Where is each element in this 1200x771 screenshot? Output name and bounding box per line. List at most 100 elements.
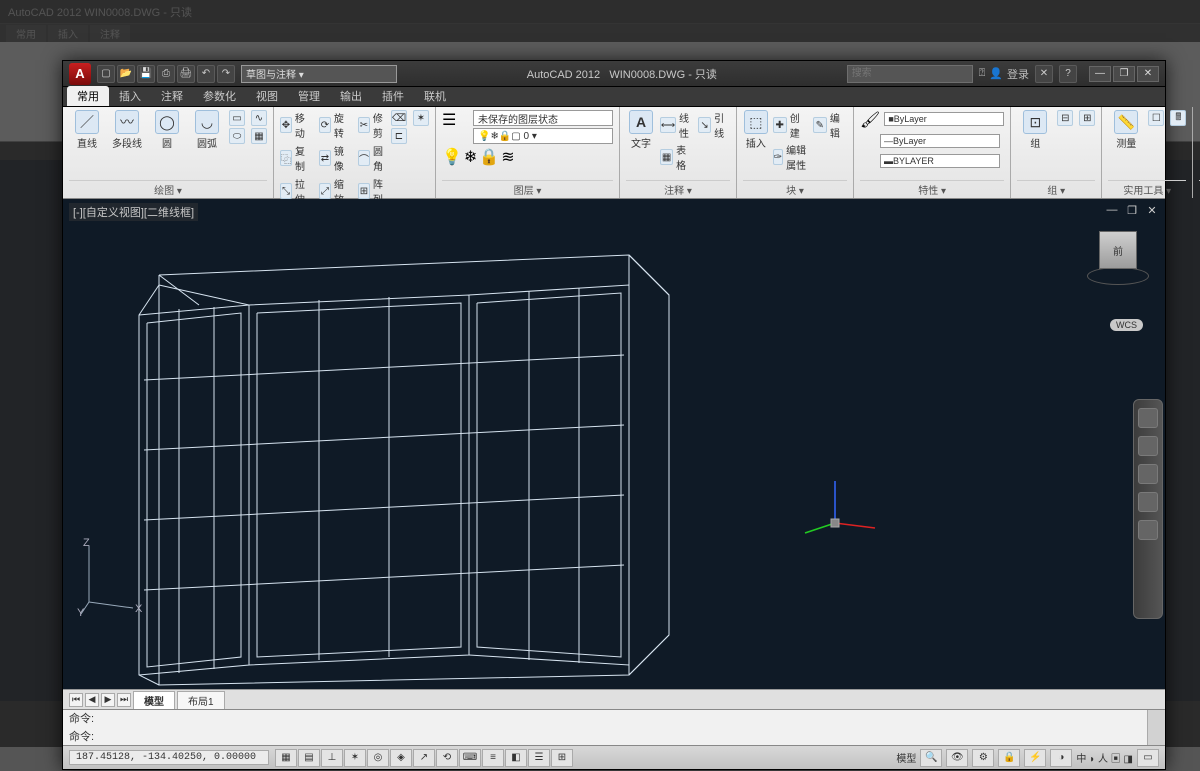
tab-insert[interactable]: 插入 <box>109 86 151 106</box>
viewcube[interactable]: 前 <box>1091 225 1145 279</box>
qat-print-icon[interactable]: 🖨 <box>177 65 195 83</box>
layer-properties-icon[interactable]: ☰ <box>442 110 470 138</box>
coordinate-readout[interactable]: 187.45128, -134.40250, 0.00000 <box>69 750 269 765</box>
panel-draw-title[interactable]: 绘图 ▾ <box>69 180 267 197</box>
dim-linear-button[interactable]: ⟷线性 <box>660 110 692 140</box>
color-dropdown[interactable]: ■ ByLayer <box>884 112 1004 126</box>
tab-manage[interactable]: 管理 <box>288 86 330 106</box>
tab-next-icon[interactable]: ▶ <box>101 693 115 707</box>
group-button[interactable]: ⊡组 <box>1017 110 1053 150</box>
qat-redo-icon[interactable]: ↷ <box>217 65 235 83</box>
viewport-maximize-icon[interactable]: ❐ <box>1125 203 1139 217</box>
ungroup-icon[interactable]: ⊟ <box>1057 110 1073 126</box>
block-attr-button[interactable]: ✑编辑属性 <box>773 142 807 172</box>
explode-icon[interactable]: ✶ <box>413 110 429 126</box>
lineweight-dropdown[interactable]: ▬ BYLAYER <box>880 154 1000 168</box>
leader-button[interactable]: ↘引线 <box>698 110 730 140</box>
tab-prev-icon[interactable]: ◀ <box>85 693 99 707</box>
command-line-area[interactable]: 命令: 命令: <box>63 709 1165 745</box>
qat-save-icon[interactable]: 💾 <box>137 65 155 83</box>
status-3dosnap-icon[interactable]: ◈ <box>390 749 412 767</box>
tab-annotate[interactable]: 注释 <box>151 86 193 106</box>
block-edit-button[interactable]: ✎编辑 <box>813 110 847 140</box>
insert-block-button[interactable]: ⬚插入 <box>743 110 769 150</box>
status-grid-icon[interactable]: ▤ <box>298 749 320 767</box>
panel-block-title[interactable]: 块 ▾ <box>743 180 847 197</box>
fillet-button[interactable]: ⌒圆角 <box>358 143 387 173</box>
nav-zoom-icon[interactable] <box>1138 464 1158 484</box>
status-ws-icon[interactable]: ⚙ <box>972 749 994 767</box>
close-button[interactable]: ✕ <box>1137 66 1159 82</box>
panel-anno-title[interactable]: 注释 ▾ <box>626 180 730 197</box>
tab-plugins[interactable]: 插件 <box>372 86 414 106</box>
status-hardware-icon[interactable]: ⚡ <box>1024 749 1046 767</box>
status-osnap-icon[interactable]: ◎ <box>367 749 389 767</box>
tab-home[interactable]: 常用 <box>67 86 109 106</box>
status-lock-icon[interactable]: 🔒 <box>998 749 1020 767</box>
layer-freeze-icon[interactable]: ❄ <box>464 147 477 167</box>
nav-fullnav-icon[interactable] <box>1138 408 1158 428</box>
rotate-button[interactable]: ⟳旋转 <box>319 110 348 140</box>
viewport-minimize-icon[interactable]: — <box>1105 203 1119 217</box>
model-paper-toggle[interactable]: 模型 <box>896 750 916 765</box>
exchange-icon[interactable]: ✕ <box>1035 65 1053 83</box>
tab-view[interactable]: 视图 <box>246 86 288 106</box>
help-search-input[interactable] <box>847 65 973 83</box>
viewcube-face[interactable]: 前 <box>1099 231 1137 269</box>
offset-icon[interactable]: ⊏ <box>391 128 407 144</box>
layer-match-icon[interactable]: ≋ <box>501 147 514 167</box>
qat-undo-icon[interactable]: ↶ <box>197 65 215 83</box>
login-label[interactable]: 登录 <box>1007 66 1029 82</box>
layer-lock-icon[interactable]: 🔒 <box>479 147 499 167</box>
tab-last-icon[interactable]: ⏭ <box>117 693 131 707</box>
polyline-button[interactable]: 〰多段线 <box>109 110 145 150</box>
status-isolate-icon[interactable]: ◑ <box>1050 749 1072 767</box>
trim-button[interactable]: ✂修剪 <box>358 110 387 140</box>
nav-showmotion-icon[interactable] <box>1138 520 1158 540</box>
login-icon[interactable]: 👤 <box>989 67 1003 80</box>
qat-new-icon[interactable]: ▢ <box>97 65 115 83</box>
command-prompt[interactable]: 命令: <box>63 728 1147 746</box>
minimize-button[interactable]: — <box>1089 66 1111 82</box>
status-ortho-icon[interactable]: ⊥ <box>321 749 343 767</box>
nav-orbit-icon[interactable] <box>1138 492 1158 512</box>
group-edit-icon[interactable]: ⊞ <box>1079 110 1095 126</box>
ucs-origin-gizmo[interactable] <box>785 473 885 568</box>
text-button[interactable]: A文字 <box>626 110 656 150</box>
status-annovis-icon[interactable]: 👁 <box>946 749 968 767</box>
panel-layers-title[interactable]: 图层 ▾ <box>442 180 613 197</box>
circle-button[interactable]: ◯圆 <box>149 110 185 150</box>
app-menu-button[interactable]: A <box>69 63 91 85</box>
status-ducs-icon[interactable]: ⟲ <box>436 749 458 767</box>
help-icon[interactable]: ? <box>1059 65 1077 83</box>
block-create-button[interactable]: ✚创建 <box>773 110 807 140</box>
wcs-badge[interactable]: WCS <box>1110 319 1143 331</box>
status-polar-icon[interactable]: ✶ <box>344 749 366 767</box>
move-button[interactable]: ✥移动 <box>280 110 309 140</box>
status-qp-icon[interactable]: ☰ <box>528 749 550 767</box>
spline-icon[interactable]: ∿ <box>251 110 267 126</box>
drawing-viewport[interactable]: [-][自定义视图][二维线框] — ❐ ✕ 前 WCS <box>63 199 1165 689</box>
qat-open-icon[interactable]: 📂 <box>117 65 135 83</box>
match-prop-icon[interactable]: 🖌 <box>860 110 880 130</box>
tab-online[interactable]: 联机 <box>414 86 456 106</box>
layer-dropdown[interactable]: 💡❄🔒▢ 0 ▾ <box>473 128 613 144</box>
tab-model[interactable]: 模型 <box>133 691 175 709</box>
command-scrollbar[interactable] <box>1147 710 1165 745</box>
maximize-button[interactable]: ❐ <box>1113 66 1135 82</box>
tab-first-icon[interactable]: ⏮ <box>69 693 83 707</box>
status-annoscale-icon[interactable]: 🔍 <box>920 749 942 767</box>
status-clean-icon[interactable]: ▭ <box>1137 749 1159 767</box>
rect-icon[interactable]: ▭ <box>229 110 245 126</box>
status-otrack-icon[interactable]: ↗ <box>413 749 435 767</box>
ellipse-icon[interactable]: ⬭ <box>229 128 245 144</box>
mirror-button[interactable]: ⇄镜像 <box>319 143 348 173</box>
status-dyn-icon[interactable]: ⌨ <box>459 749 481 767</box>
measure-button[interactable]: 📏测量 <box>1108 110 1144 150</box>
select-icon[interactable]: ☐ <box>1148 110 1164 126</box>
tab-parametric[interactable]: 参数化 <box>193 86 246 106</box>
infocenter-icon[interactable]: ⍰ <box>979 67 986 80</box>
panel-prop-title[interactable]: 特性 ▾ <box>860 180 1004 197</box>
hatch-icon[interactable]: ▦ <box>251 128 267 144</box>
nav-pan-icon[interactable] <box>1138 436 1158 456</box>
